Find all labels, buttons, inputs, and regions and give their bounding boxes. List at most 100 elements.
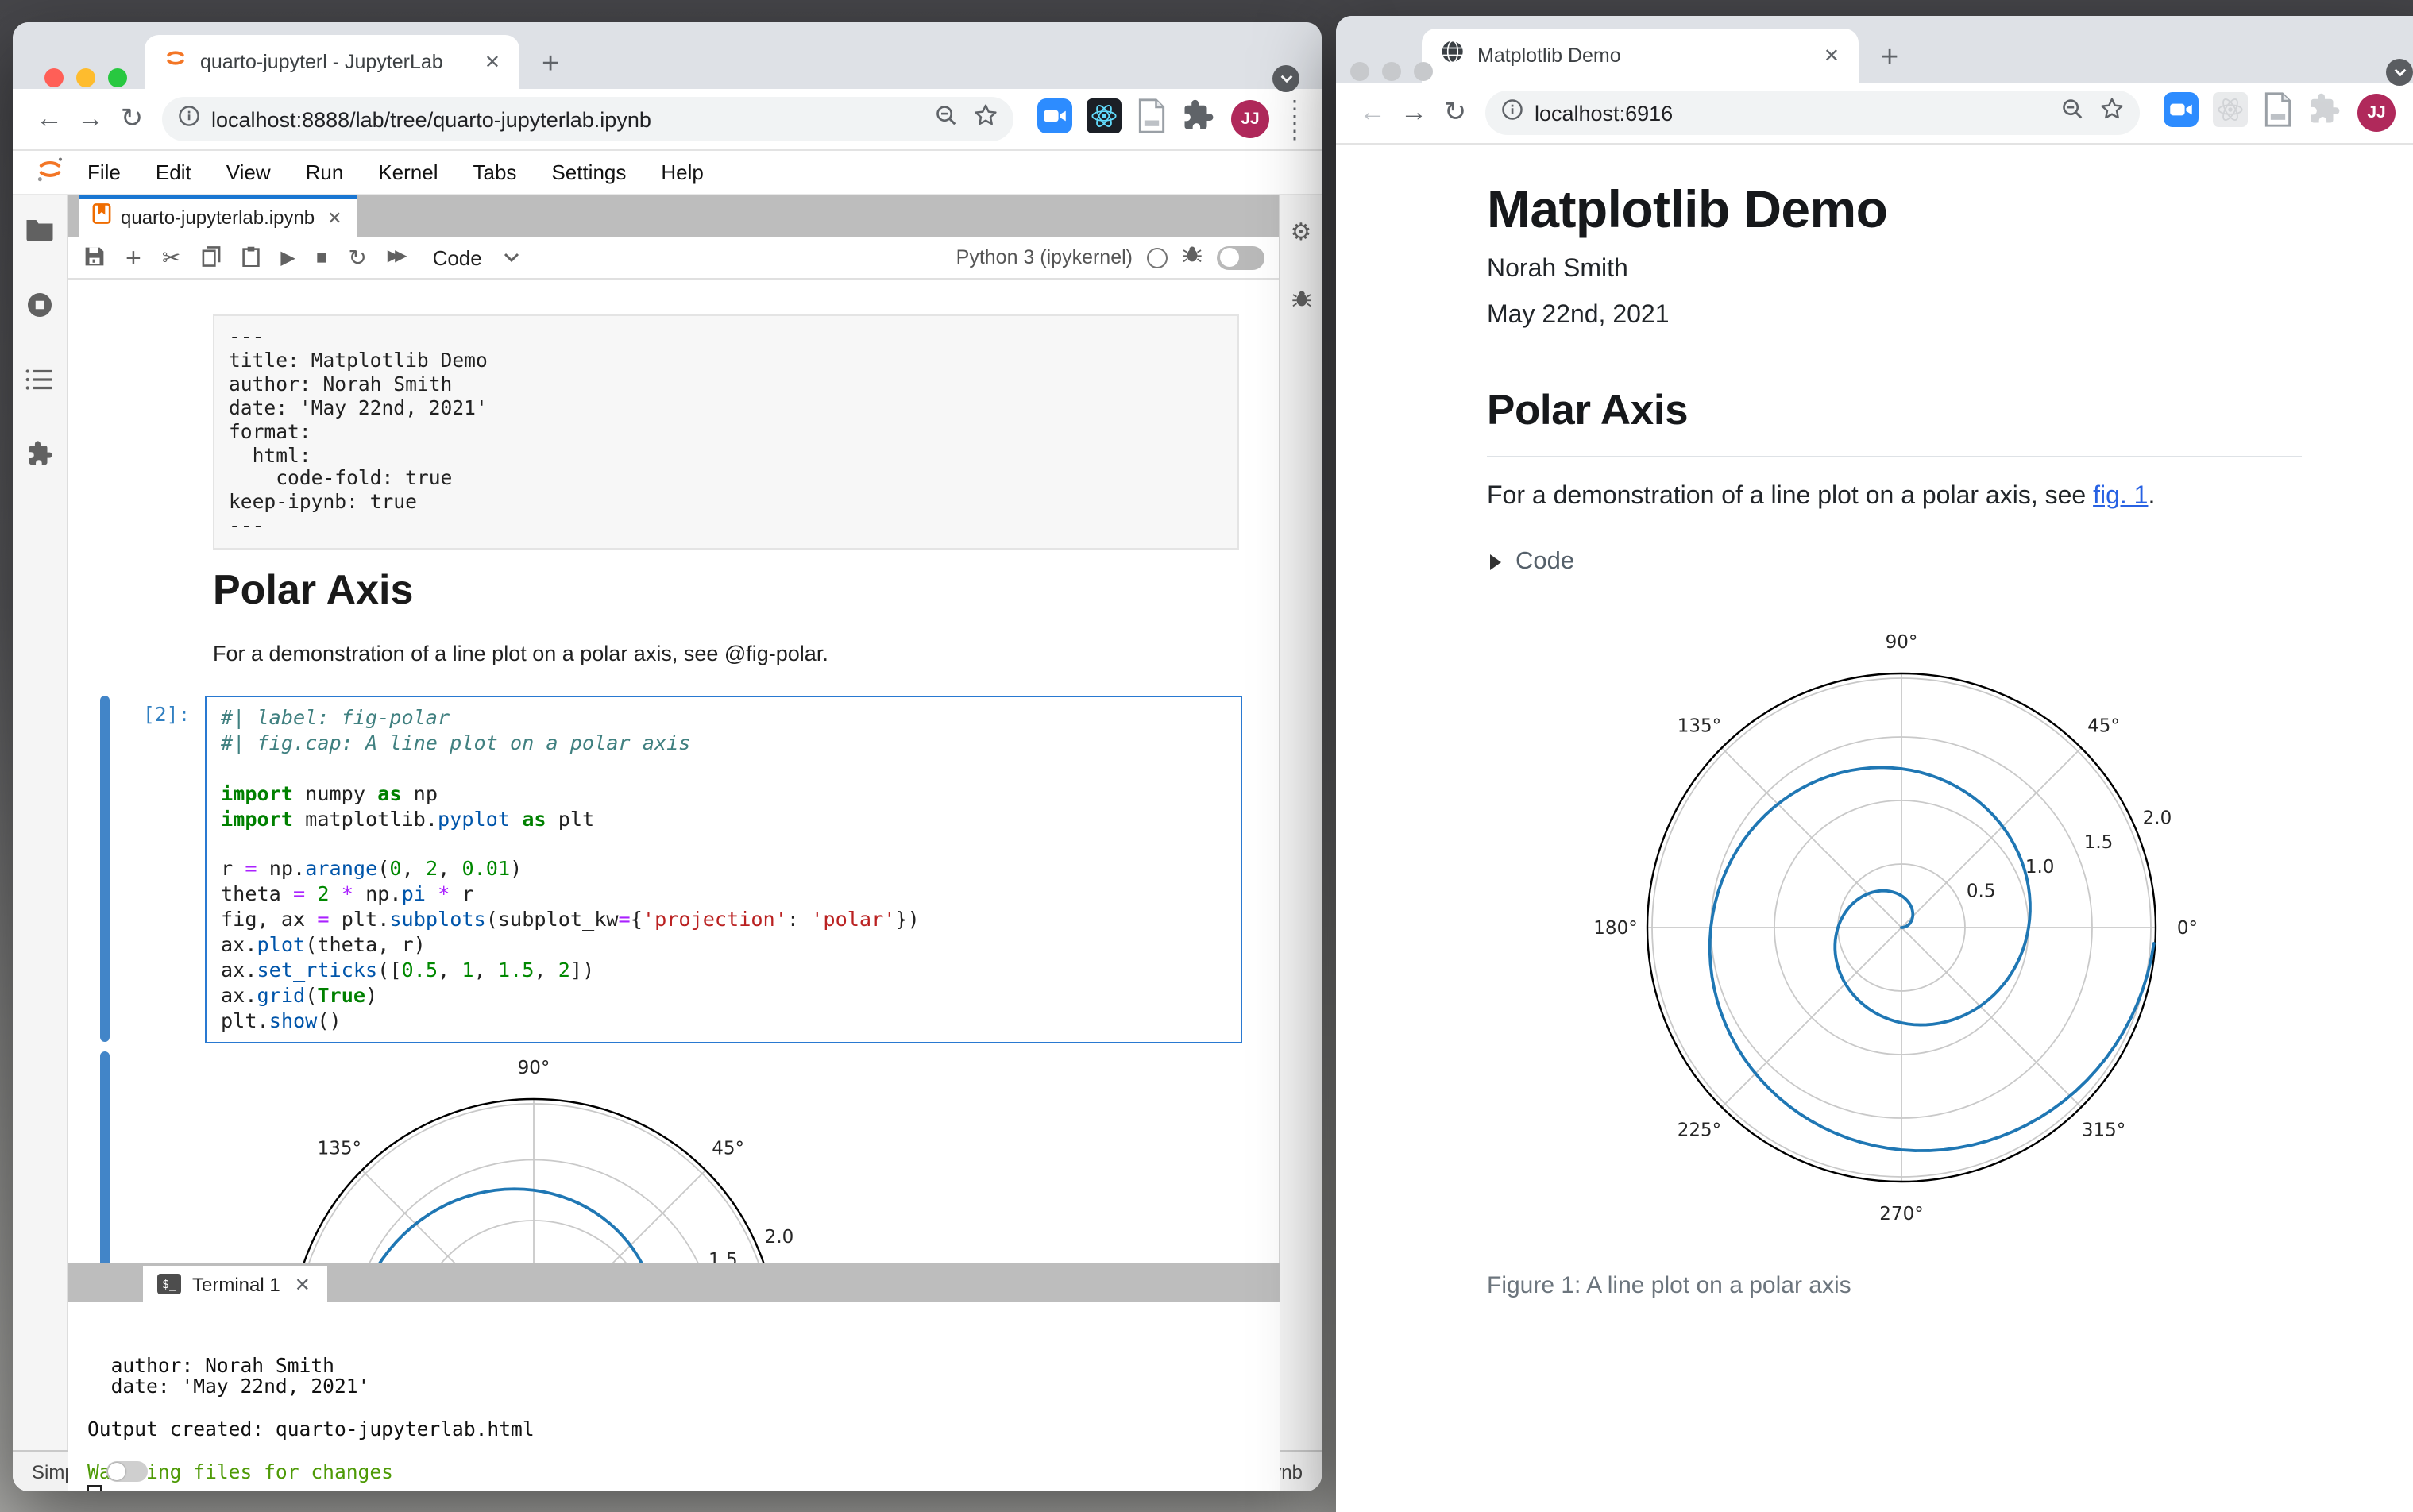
simple-mode-toggle[interactable] (106, 1461, 148, 1482)
browser-toolbar: ← → ↻ localhost:8888/lab/tree/quarto-jup… (13, 89, 1322, 151)
info-icon[interactable] (178, 104, 200, 134)
code-fold-label: Code (1515, 548, 1575, 575)
paste-cells-button[interactable] (241, 245, 260, 269)
browser-profile-avatar[interactable]: JJ (2357, 94, 2396, 132)
zoom-out-page-icon[interactable] (934, 103, 958, 135)
close-tab-icon[interactable]: ✕ (481, 51, 504, 73)
minimize-window-button[interactable] (1382, 62, 1401, 81)
close-terminal-tab-icon[interactable]: ✕ (291, 1273, 314, 1295)
reading-list-extension-icon[interactable] (2262, 91, 2294, 134)
notebook-tab[interactable]: quarto-jupyterlab.ipynb ✕ (79, 195, 358, 237)
new-tab-button[interactable]: + (542, 49, 559, 79)
notebook-toolbar: + ✂ ▶ ■ ↻ ▶▶ Code Python 3 (ipykernel) (68, 237, 1280, 280)
right-sidebar: ⚙ (1279, 195, 1322, 1450)
tab-search-button[interactable] (1272, 65, 1299, 92)
browser-tab-matplotlib-demo[interactable]: Matplotlib Demo ✕ (1422, 29, 1859, 83)
forward-button[interactable]: → (70, 103, 111, 135)
kernel-name[interactable]: Python 3 (ipykernel) (956, 246, 1133, 268)
file-browser-icon[interactable] (25, 218, 54, 249)
figure-container: 0° 45° 90° 135° 180° 225° 270° 315° 0.5 1.0 1.5 2.0 (1592, 618, 2211, 1237)
zoom-out-page-icon[interactable] (2060, 97, 2084, 129)
minimize-window-button[interactable] (76, 68, 95, 87)
close-window-button[interactable] (1350, 62, 1369, 81)
globe-favicon-icon (1441, 40, 1465, 71)
reload-button[interactable]: ↻ (111, 103, 153, 135)
reading-list-extension-icon[interactable] (1136, 98, 1168, 141)
menu-tabs[interactable]: Tabs (464, 157, 527, 187)
back-button[interactable]: ← (29, 103, 70, 135)
notebook-output-figure: 0°45°90°135°180°225°270°315°0.51.01.52.0 (227, 1036, 847, 1263)
terminal-panel: $_ Terminal 1 ✕ author: Norah Smith date… (68, 1263, 1280, 1491)
autoscroll-toggle[interactable] (1217, 245, 1264, 269)
close-window-button[interactable] (44, 68, 64, 87)
code-fold-toggle[interactable]: Code (1490, 548, 1574, 577)
browser-tab-strip: quarto-jupyterl - JupyterLab ✕ + (13, 22, 1322, 92)
extensions-puzzle-icon[interactable] (1182, 98, 1215, 140)
terminal-tab[interactable]: $_ Terminal 1 ✕ (143, 1266, 328, 1302)
close-notebook-tab-icon[interactable]: ✕ (324, 207, 345, 228)
section-heading: Polar Axis (1487, 386, 2302, 457)
input-collapser[interactable] (100, 696, 110, 1042)
extension-manager-icon[interactable] (26, 440, 53, 475)
debugger-sidebar-bug-icon[interactable] (1291, 287, 1311, 316)
restart-run-all-button[interactable]: ▶▶ (388, 249, 407, 265)
svg-text:1.5: 1.5 (2084, 832, 2114, 853)
menu-run[interactable]: Run (296, 157, 353, 187)
forward-button[interactable]: → (1393, 97, 1434, 129)
output-collapser[interactable] (100, 1051, 110, 1263)
jupyter-favicon-icon (164, 46, 187, 78)
zoom-extension-icon[interactable] (2164, 91, 2199, 134)
url-text[interactable]: localhost:6916 (1535, 101, 2044, 125)
figure-link[interactable]: fig. 1 (2093, 483, 2148, 510)
browser-profile-avatar[interactable]: JJ (1231, 100, 1269, 138)
zoom-window-button[interactable] (1414, 62, 1433, 81)
table-of-contents-icon[interactable] (25, 368, 54, 399)
menu-settings[interactable]: Settings (542, 157, 635, 187)
react-devtools-icon[interactable] (2213, 91, 2248, 134)
debugger-bug-icon[interactable] (1182, 243, 1203, 272)
code-cell-editor[interactable]: #| label: fig-polar #| fig.cap: A line pl… (205, 696, 1242, 1043)
yaml-raw-cell[interactable]: --- title: Matplotlib Demo author: Norah S… (213, 314, 1239, 550)
url-text[interactable]: localhost:8888/lab/tree/quarto-jupyterla… (211, 107, 918, 131)
activity-bar (13, 195, 68, 1450)
menu-view[interactable]: View (217, 157, 280, 187)
bookmark-star-icon[interactable] (2100, 97, 2124, 129)
react-devtools-icon[interactable] (1087, 98, 1122, 141)
tab-search-button[interactable] (2386, 59, 2413, 86)
bookmark-star-icon[interactable] (974, 103, 998, 135)
stop-kernel-button[interactable]: ■ (316, 248, 328, 267)
reload-button[interactable]: ↻ (1434, 97, 1476, 129)
menu-edit[interactable]: Edit (146, 157, 201, 187)
run-cell-button[interactable]: ▶ (280, 248, 295, 267)
add-cell-button[interactable]: + (125, 244, 141, 271)
copy-cells-button[interactable] (201, 245, 220, 269)
markdown-paragraph: For a demonstration of a line plot on a … (213, 642, 828, 665)
disclosure-triangle-icon (1490, 554, 1501, 570)
address-bar[interactable]: localhost:8888/lab/tree/quarto-jupyterla… (162, 97, 1013, 141)
running-sessions-icon[interactable] (25, 291, 54, 327)
terminal-output[interactable]: author: Norah Smith date: 'May 22nd, 202… (68, 1302, 1280, 1491)
zoom-extension-icon[interactable] (1037, 98, 1072, 141)
browser-menu-icon[interactable]: ⋮⋮ (2410, 91, 2413, 135)
restart-kernel-button[interactable]: ↻ (348, 246, 366, 268)
browser-tab-jupyterlab[interactable]: quarto-jupyterl - JupyterLab ✕ (145, 35, 519, 89)
extensions-puzzle-icon[interactable] (2308, 92, 2342, 133)
menu-file[interactable]: File (78, 157, 130, 187)
window-controls[interactable] (44, 68, 127, 87)
address-bar[interactable]: localhost:6916 (1485, 91, 2140, 135)
tab-title: Matplotlib Demo (1477, 44, 1621, 67)
save-button[interactable] (84, 245, 105, 269)
notebook-content[interactable]: --- title: Matplotlib Demo author: Norah S… (68, 280, 1280, 1263)
info-icon[interactable] (1501, 98, 1523, 128)
cut-cells-button[interactable]: ✂ (162, 246, 180, 268)
menu-help[interactable]: Help (651, 157, 713, 187)
close-tab-icon[interactable]: ✕ (1820, 44, 1843, 67)
zoom-window-button[interactable] (108, 68, 127, 87)
new-tab-button[interactable]: + (1881, 43, 1898, 73)
menu-kernel[interactable]: Kernel (369, 157, 447, 187)
cell-type-dropdown[interactable]: Code (433, 245, 520, 269)
window-controls[interactable] (1350, 62, 1433, 81)
browser-menu-icon[interactable]: ⋮⋮ (1284, 97, 1306, 141)
svg-text:0.5: 0.5 (1967, 881, 1996, 901)
property-inspector-gear-icon[interactable]: ⚙ (1291, 218, 1312, 246)
